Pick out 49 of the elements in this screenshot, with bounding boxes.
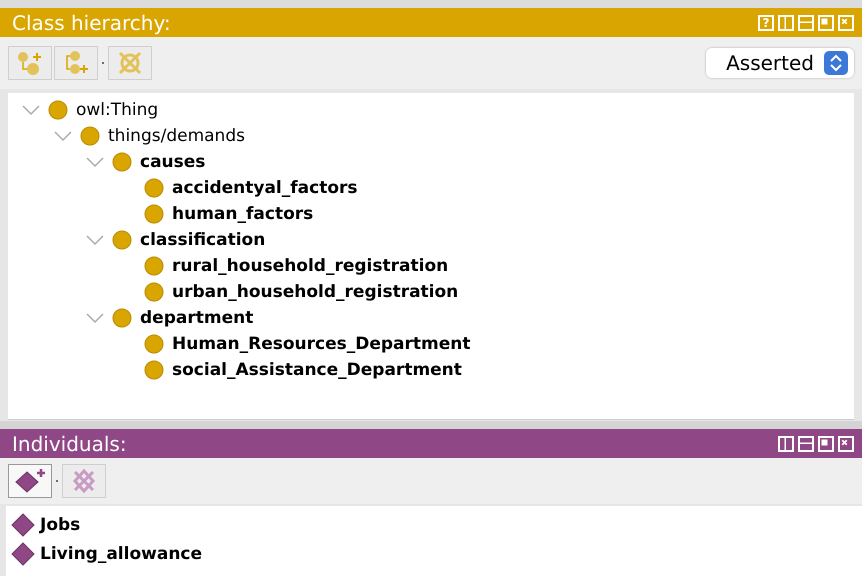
close-icon[interactable] — [838, 436, 854, 452]
tree-item[interactable]: department — [140, 308, 254, 328]
maximize-icon[interactable] — [818, 436, 834, 452]
class-icon — [112, 308, 132, 328]
separator-dot-icon — [100, 60, 106, 66]
tree-item[interactable]: causes — [140, 152, 206, 172]
delete-individual-icon — [70, 467, 98, 495]
tree-item[interactable]: Human_Resources_Department — [172, 334, 471, 354]
class-icon — [80, 126, 100, 146]
expand-caret-icon[interactable] — [52, 129, 74, 143]
delete-class-icon — [116, 49, 144, 77]
add-sibling-button[interactable] — [54, 46, 98, 80]
tree-item[interactable]: social_Assistance_Department — [172, 360, 462, 380]
add-individual-icon — [13, 467, 47, 495]
individual-icon — [10, 540, 36, 566]
class-icon — [144, 178, 164, 198]
individual-icon — [10, 512, 36, 538]
tree-item[interactable]: human_factors — [172, 204, 314, 224]
split-horizontal-icon[interactable] — [798, 436, 814, 452]
separator-dot-icon — [54, 478, 60, 484]
add-subclass-button[interactable] — [8, 46, 52, 80]
tree-item[interactable]: accidentyal_factors — [172, 178, 358, 198]
delete-class-button[interactable] — [108, 46, 152, 80]
class-icon — [144, 204, 164, 224]
add-individual-button[interactable] — [8, 464, 52, 498]
expand-caret-icon[interactable] — [84, 155, 106, 169]
class-icon — [144, 256, 164, 276]
panel-title: Individuals: — [12, 432, 128, 456]
class-icon — [112, 152, 132, 172]
expand-caret-icon[interactable] — [20, 103, 42, 117]
panel-title: Class hierarchy: — [12, 10, 172, 34]
stepper-icon — [824, 51, 848, 75]
expand-caret-icon[interactable] — [84, 233, 106, 247]
view-dropdown[interactable]: Asserted — [706, 48, 854, 78]
class-icon — [112, 230, 132, 250]
class-icon — [144, 334, 164, 354]
class-icon — [144, 282, 164, 302]
tree-item[interactable]: urban_household_registration — [172, 282, 458, 302]
tree-item[interactable]: rural_household_registration — [172, 256, 448, 276]
list-item[interactable]: Jobs — [40, 514, 80, 534]
tree-item[interactable]: classification — [140, 230, 266, 250]
list-item[interactable]: Living_allowance — [40, 544, 202, 564]
class-icon — [144, 360, 164, 380]
class-icon — [48, 100, 68, 120]
tree-item[interactable]: things/demands — [108, 126, 245, 146]
split-vertical-icon[interactable] — [778, 436, 794, 452]
delete-individual-button[interactable] — [62, 464, 106, 498]
expand-caret-icon[interactable] — [84, 311, 106, 325]
tree-item[interactable]: owl:Thing — [76, 100, 158, 120]
